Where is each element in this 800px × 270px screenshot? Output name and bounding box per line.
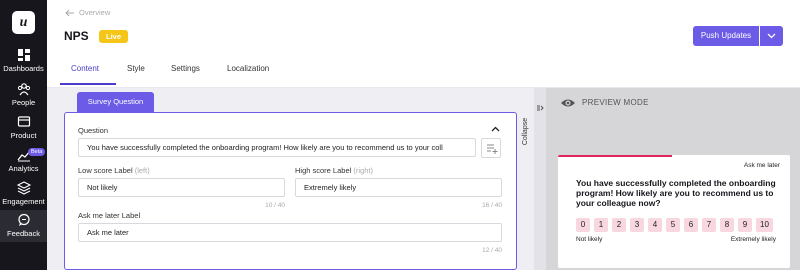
nps-preview-card: Ask me later You have successfully compl…	[558, 155, 790, 268]
chevron-up-icon[interactable]	[491, 126, 500, 132]
nps-score-10[interactable]: 10	[756, 218, 773, 232]
high-score-input[interactable]: Extremely likely	[295, 178, 502, 197]
nps-score-1[interactable]: 1	[594, 218, 608, 232]
chevron-down-icon	[767, 33, 776, 39]
people-icon	[17, 83, 30, 96]
nps-low-label: Not likely	[576, 236, 603, 243]
sidebar-item-dashboards[interactable]: Dashboards	[0, 48, 47, 76]
high-score-label-text: High score Label	[295, 166, 352, 175]
preview-panel: PREVIEW MODE Ask me later You have succe…	[546, 88, 800, 270]
chat-icon	[17, 213, 30, 226]
nps-high-label: Extremely likely	[730, 236, 776, 243]
breadcrumb-back-link[interactable]: Overview	[65, 8, 110, 17]
product-icon	[17, 116, 30, 127]
nps-score-4[interactable]: 4	[648, 218, 662, 232]
app-logo[interactable]: u	[12, 11, 35, 34]
collapse-label[interactable]: Collapse	[522, 104, 546, 164]
list-add-icon	[487, 144, 498, 154]
nps-score-9[interactable]: 9	[738, 218, 752, 232]
nps-score-6[interactable]: 6	[684, 218, 698, 232]
nps-score-5[interactable]: 5	[666, 218, 680, 232]
nps-score-3[interactable]: 3	[630, 218, 644, 232]
grid-icon	[17, 49, 30, 61]
sidebar-item-engagement[interactable]: Engagement	[0, 181, 47, 209]
progress-bar	[558, 155, 672, 157]
page-title: NPS	[64, 29, 89, 43]
ask-later-char-count: 12 / 40	[482, 247, 502, 254]
question-card: Question You have successfully completed…	[64, 112, 517, 270]
question-label: Question	[78, 126, 109, 135]
ask-me-later-link[interactable]: Ask me later	[744, 162, 780, 169]
sidebar-item-product[interactable]: Product	[0, 115, 47, 143]
nps-question-text: You have successfully completed the onbo…	[576, 178, 776, 208]
nps-score-2[interactable]: 2	[612, 218, 626, 232]
ask-later-input[interactable]: Ask me later	[78, 223, 502, 242]
layers-icon	[16, 181, 31, 195]
high-score-char-count: 16 / 40	[482, 202, 502, 209]
sidebar-item-label: Dashboards	[3, 64, 44, 73]
ask-later-label: Ask me later Label	[78, 211, 141, 220]
low-score-label-text: Low score Label	[78, 166, 133, 175]
low-score-hint: (left)	[134, 166, 150, 175]
high-score-label: High score Label (right)	[295, 166, 373, 175]
sidebar-item-analytics[interactable]: Beta Analytics	[0, 148, 47, 176]
arrow-left-icon	[65, 9, 74, 17]
high-score-hint: (right)	[353, 166, 373, 175]
push-updates-button[interactable]: Push Updates	[693, 26, 759, 46]
nps-score-7[interactable]: 7	[702, 218, 716, 232]
sidebar-item-people[interactable]: People	[0, 82, 47, 110]
sidebar-item-label: Analytics	[8, 164, 39, 173]
sidebar: u Dashboards People Product Beta Analyti…	[0, 0, 47, 270]
tab-settings[interactable]: Settings	[171, 64, 200, 73]
low-score-input[interactable]: Not likely	[78, 178, 285, 197]
editor-panel: Survey Question Question You have succes…	[47, 88, 534, 270]
sidebar-item-label: Engagement	[2, 197, 45, 206]
preview-mode-header: PREVIEW MODE	[560, 98, 649, 108]
tab-style[interactable]: Style	[127, 64, 145, 73]
breadcrumb-label: Overview	[79, 8, 111, 17]
sidebar-item-label: Product	[10, 131, 37, 140]
push-options-dropdown[interactable]	[760, 26, 783, 46]
active-tab-indicator	[60, 83, 116, 85]
nps-score-0[interactable]: 0	[576, 218, 590, 232]
low-score-char-count: 10 / 40	[265, 202, 285, 209]
low-score-label: Low score Label (left)	[78, 166, 150, 175]
nps-score-8[interactable]: 8	[720, 218, 734, 232]
tab-content[interactable]: Content	[71, 64, 99, 73]
tab-localization[interactable]: Localization	[227, 64, 269, 73]
question-input[interactable]: You have successfully completed the onbo…	[78, 138, 476, 157]
status-badge: Live	[99, 30, 129, 43]
insert-variable-button[interactable]	[481, 138, 501, 158]
eye-icon	[561, 99, 575, 107]
collapse-label-text: Collapse	[522, 117, 530, 146]
sidebar-item-feedback[interactable]: Feedback	[0, 210, 47, 242]
page-header: Overview NPS Live Push Updates Content S…	[47, 0, 800, 88]
preview-mode-label: PREVIEW MODE	[582, 98, 649, 108]
beta-badge: Beta	[28, 148, 46, 156]
sidebar-item-label: Feedback	[7, 229, 40, 238]
sidebar-item-label: People	[11, 98, 36, 107]
survey-question-tab[interactable]: Survey Question	[77, 92, 154, 112]
